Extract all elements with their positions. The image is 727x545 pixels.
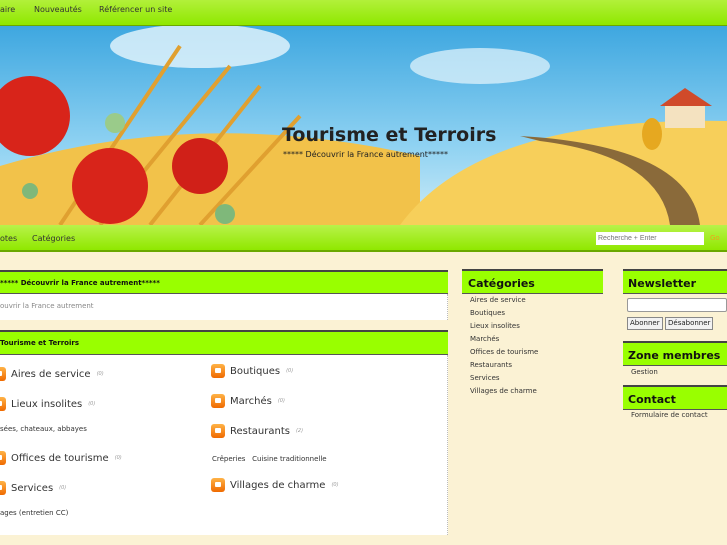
- box2-header: Tourisme et Terroirs: [0, 330, 448, 355]
- category-count: (0): [96, 371, 104, 377]
- category-link[interactable]: Aires de service: [470, 296, 526, 304]
- category-lieux-insolites[interactable]: Lieux insolites (0): [0, 397, 95, 411]
- category-link[interactable]: Marchés: [230, 396, 272, 407]
- folder-icon: [211, 364, 225, 378]
- category-link[interactable]: Boutiques: [470, 309, 505, 317]
- site-title: Tourisme et Terroirs: [282, 124, 497, 146]
- category-restaurants[interactable]: Restaurants (2): [211, 424, 303, 438]
- unsubscribe-button[interactable]: Désabonner: [665, 317, 714, 330]
- folder-icon: [211, 394, 225, 408]
- category-link[interactable]: Restaurants: [470, 361, 512, 369]
- subcategory-links[interactable]: Crêperies Cuisine traditionnelle: [212, 455, 327, 463]
- folder-icon: [211, 478, 225, 492]
- category-link[interactable]: Villages de charme: [230, 480, 325, 491]
- categories-header: Catégories: [462, 269, 603, 294]
- subcategory-links[interactable]: ages (entretien CC): [0, 509, 68, 517]
- header-banner: Tourisme et Terroirs ***** Découvrir la …: [0, 26, 727, 225]
- category-offices-de-tourisme[interactable]: Offices de tourisme (0): [0, 451, 122, 465]
- category-aires-de-service[interactable]: Aires de service (0): [0, 367, 104, 381]
- site-tagline: ***** Découvrir la France autrement*****: [283, 150, 448, 159]
- folder-icon: [211, 424, 225, 438]
- subcategory-links[interactable]: sées, chateaux, abbayes: [0, 425, 87, 433]
- search-input[interactable]: [596, 232, 704, 245]
- top-nav: aire Nouveautés Référencer un site: [0, 0, 727, 26]
- category-count: (0): [286, 368, 294, 374]
- category-count: (2): [295, 428, 304, 434]
- folder-icon: [0, 481, 6, 495]
- newsletter-header: Newsletter: [623, 269, 727, 294]
- nav-link-categories[interactable]: Catégories: [32, 234, 75, 243]
- category-link[interactable]: Lieux insolites: [11, 399, 82, 410]
- category-services[interactable]: Services (0): [0, 481, 66, 495]
- category-link[interactable]: Restaurants: [230, 426, 290, 437]
- subscribe-button[interactable]: Abonner: [627, 317, 663, 330]
- category-count: (0): [59, 485, 67, 491]
- box1-header: ***** Découvrir la France autrement*****: [0, 270, 448, 294]
- members-header: Zone membres: [623, 341, 727, 366]
- category-count: (0): [331, 482, 339, 488]
- category-link[interactable]: Services: [11, 483, 53, 494]
- category-grid: [0, 355, 448, 535]
- category-link[interactable]: Boutiques: [230, 366, 280, 377]
- nav-link-nouveautes[interactable]: Nouveautés: [34, 5, 82, 14]
- category-link[interactable]: Marchés: [470, 335, 499, 343]
- category-count: (0): [88, 401, 96, 407]
- category-marches[interactable]: Marchés (0): [211, 394, 285, 408]
- search-go-button[interactable]: Go: [710, 234, 720, 242]
- category-link[interactable]: Villages de charme: [470, 387, 537, 395]
- box1-text: ouvrir la France autrement: [0, 294, 448, 320]
- contact-form-link[interactable]: Formulaire de contact: [631, 411, 708, 419]
- category-link[interactable]: Services: [470, 374, 500, 382]
- category-villages-de-charme[interactable]: Villages de charme (0): [211, 478, 339, 492]
- category-count: (0): [277, 398, 285, 404]
- contact-header: Contact: [623, 385, 727, 410]
- folder-icon: [0, 451, 6, 465]
- folder-icon: [0, 397, 6, 411]
- category-link[interactable]: Offices de tourisme: [470, 348, 538, 356]
- category-link[interactable]: Offices de tourisme: [11, 453, 109, 464]
- folder-icon: [0, 367, 6, 381]
- newsletter-email-input[interactable]: [627, 298, 727, 312]
- nav-link-annuaire[interactable]: aire: [0, 5, 15, 14]
- nav-link-votes[interactable]: otes: [0, 234, 17, 243]
- category-boutiques[interactable]: Boutiques (0): [211, 364, 293, 378]
- gestion-link[interactable]: Gestion: [631, 368, 658, 376]
- category-count: (0): [114, 455, 122, 461]
- category-link[interactable]: Lieux insolites: [470, 322, 520, 330]
- category-link[interactable]: Aires de service: [11, 369, 91, 380]
- nav-link-referencer[interactable]: Référencer un site: [99, 5, 172, 14]
